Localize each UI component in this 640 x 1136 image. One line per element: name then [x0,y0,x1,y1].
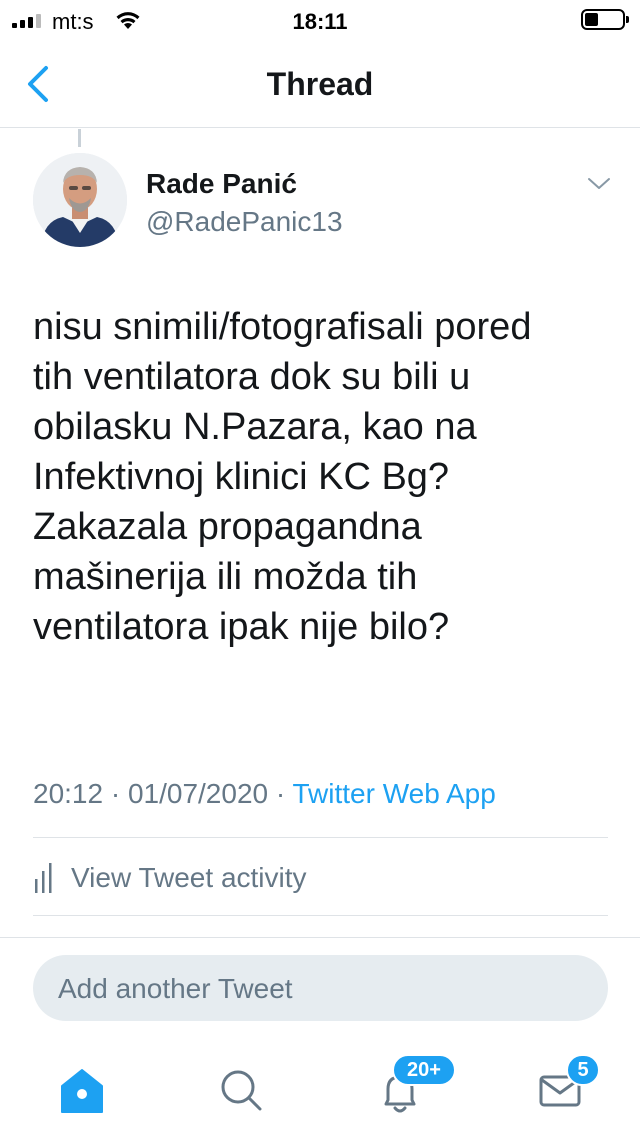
analytics-icon [35,863,52,893]
tweet-text: nisu snimili/fotografisali pored tih ven… [33,302,613,652]
avatar-photo [33,153,127,247]
avatar[interactable] [33,153,127,247]
thread-connector-line [78,129,81,147]
tweet-source-link[interactable]: Twitter Web App [292,778,495,809]
tweet-timestamp: 20:12 · 01/07/2020 · [33,778,293,809]
tab-search[interactable] [210,1060,270,1120]
status-bar: mt:s 18:11 [0,0,640,40]
page-title: Thread [266,66,374,102]
divider [33,837,608,838]
divider [0,937,640,938]
add-tweet-placeholder: Add another Tweet [58,973,293,1004]
tweet-text-line: Zakazala propagandna [33,506,422,548]
clock: 18:11 [292,9,348,34]
home-icon [61,1069,103,1113]
add-tweet-input[interactable]: Add another Tweet [33,955,608,1021]
battery-icon [581,9,629,30]
tab-home[interactable] [52,1060,112,1120]
tweet-text-line: obilasku N.Pazara, kao na [33,406,477,448]
tweet-options-button[interactable] [586,174,612,194]
tweet-text-line: tih ventilatora dok su bili u [33,356,471,398]
chevron-down-icon [588,178,610,189]
divider [33,915,608,916]
search-icon [221,1070,262,1111]
author-handle[interactable]: @RadePanic13 [146,206,343,238]
view-tweet-activity-label: View Tweet activity [71,862,307,893]
tab-bar: 20+ 5 [0,1040,640,1136]
navigation-bar: Thread [0,40,640,128]
tweet-text-line: mašinerija ili možda tih [33,556,418,598]
notifications-badge: 20+ [392,1054,456,1086]
messages-badge: 5 [566,1054,600,1086]
tweet-text-line: ventilatora ipak nije bilo? [33,606,450,648]
tweet-metadata: 20:12 · 01/07/2020 · Twitter Web App [33,778,496,810]
view-tweet-activity-button[interactable]: View Tweet activity [33,858,307,898]
tweet-text-line: Infektivnoj klinici KC Bg? [33,456,450,498]
tweet-text-line: nisu snimili/fotografisali pored [33,306,532,348]
author-name[interactable]: Rade Panić [146,168,297,200]
